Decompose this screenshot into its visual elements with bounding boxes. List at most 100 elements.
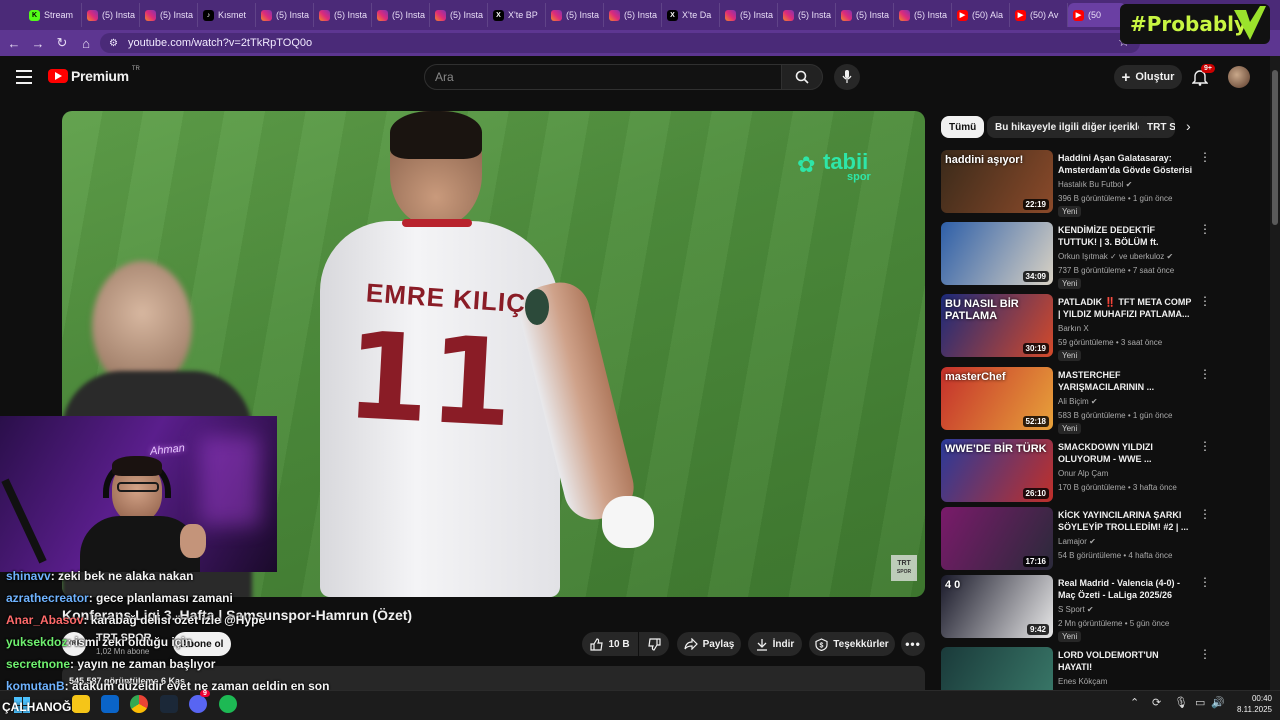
- spotify-icon[interactable]: [219, 695, 237, 713]
- more-vertical-icon[interactable]: ⋮: [1199, 222, 1211, 236]
- more-vertical-icon[interactable]: ⋮: [1199, 507, 1211, 521]
- forward-icon[interactable]: →: [26, 31, 50, 55]
- recommendation-item[interactable]: WWE'DE BİR TÜRK 26:10 SMACKDOWN YILDIZI OL…: [941, 439, 1217, 505]
- recommendation-item[interactable]: BU NASIL BİR PATLAMA 30:19 PATLADIK ‼️ TFT…: [941, 294, 1217, 361]
- channel-name[interactable]: Barkın X: [1058, 324, 1089, 333]
- recommendation-item[interactable]: masterChef 52:18 MASTERCHEF YARIŞMACILARIN…: [941, 367, 1217, 434]
- create-button[interactable]: + Oluştur: [1114, 65, 1182, 89]
- video-thumbnail[interactable]: masterChef 52:18: [941, 367, 1053, 430]
- chip-trt-spor[interactable]: TRT S: [1139, 116, 1175, 138]
- video-title-link[interactable]: KİCK YAYINCILARINA ŞARKI SÖYLEYİP TROLLE…: [1058, 509, 1193, 533]
- channel-name[interactable]: Ali Biçim ✔: [1058, 397, 1098, 406]
- video-title-link[interactable]: Haddini Aşan Galatasaray: Amsterdam'da G…: [1058, 152, 1193, 176]
- browser-tab[interactable]: (5) Insta: [256, 3, 314, 27]
- browser-tab[interactable]: (5) Insta: [314, 3, 372, 27]
- more-vertical-icon[interactable]: ⋮: [1199, 439, 1211, 453]
- chip-all[interactable]: Tümü: [941, 116, 985, 138]
- browser-tab[interactable]: K Stream: [24, 3, 82, 27]
- share-button[interactable]: Paylaş: [677, 632, 741, 656]
- browser-tab[interactable]: (5) Insta: [720, 3, 778, 27]
- browser-tab[interactable]: (5) Insta: [894, 3, 952, 27]
- dislike-button[interactable]: [639, 632, 669, 656]
- chip-related[interactable]: Bu hikayeyle ilgili diğer içerikler: [987, 116, 1156, 138]
- video-title-link[interactable]: Real Madrid - Valencia (4-0) - Maç Özeti…: [1058, 577, 1193, 601]
- new-badge: Yeni: [1058, 631, 1082, 642]
- browser-tab[interactable]: ▶ (50) Ala: [952, 3, 1010, 27]
- file-explorer-icon[interactable]: [72, 695, 90, 713]
- recommendation-item[interactable]: 34:09 KENDİMİZE DEDEKTİF TUTTUK! | 3. BÖL…: [941, 222, 1217, 289]
- video-thumbnail[interactable]: 34:09: [941, 222, 1053, 285]
- badge-text: #Probably: [1130, 12, 1248, 36]
- browser-tab[interactable]: (5) Insta: [604, 3, 662, 27]
- jersey-number: 11: [342, 306, 517, 455]
- outlook-icon[interactable]: [101, 695, 119, 713]
- site-info-icon[interactable]: ⚙: [109, 38, 118, 49]
- browser-tab[interactable]: ▶ (50) Av: [1010, 3, 1068, 27]
- search-button[interactable]: [781, 64, 823, 90]
- more-vertical-icon[interactable]: ⋮: [1199, 647, 1211, 661]
- channel-name[interactable]: Onur Alp Çam: [1058, 469, 1108, 478]
- recommendation-item[interactable]: 4 0 9:42 Real Madrid - Valencia (4-0) - Ma…: [941, 575, 1217, 642]
- video-thumbnail[interactable]: 4 0 9:42: [941, 575, 1053, 638]
- tray-volume-icon[interactable]: 🔊: [1211, 696, 1225, 709]
- channel-name[interactable]: Orkun Işıtmak ✓ ve uberkuloz ✔: [1058, 252, 1173, 261]
- back-icon[interactable]: ←: [2, 31, 26, 55]
- chevron-right-icon[interactable]: ›: [1186, 118, 1191, 134]
- streamer-glasses: [117, 482, 159, 492]
- video-title-link[interactable]: KENDİMİZE DEDEKTİF TUTTUK! | 3. BÖLÜM ft…: [1058, 224, 1193, 248]
- download-button[interactable]: İndir: [748, 632, 802, 656]
- tray-microphone-icon[interactable]: 🎙: [1174, 696, 1188, 709]
- avatar[interactable]: [1228, 66, 1250, 88]
- more-actions-button[interactable]: •••: [901, 632, 925, 656]
- more-vertical-icon[interactable]: ⋮: [1199, 367, 1211, 381]
- channel-name[interactable]: Enes Kökçam: [1058, 677, 1107, 686]
- browser-tab[interactable]: ♪ Kısmet: [198, 3, 256, 27]
- video-thumbnail[interactable]: WWE'DE BİR TÜRK 26:10: [941, 439, 1053, 502]
- channel-name[interactable]: Lamajor ✔: [1058, 537, 1096, 546]
- like-button[interactable]: 10 B: [582, 632, 638, 656]
- browser-tab[interactable]: (5) Insta: [836, 3, 894, 27]
- browser-tab[interactable]: (5) Insta: [372, 3, 430, 27]
- channel-name[interactable]: S Sport ✔: [1058, 605, 1094, 614]
- chrome-icon[interactable]: [130, 695, 148, 713]
- more-vertical-icon[interactable]: ⋮: [1199, 150, 1211, 164]
- browser-tab[interactable]: ▶ (50: [1068, 3, 1126, 27]
- video-title-link[interactable]: MASTERCHEF YARIŞMACILARININ ...: [1058, 369, 1193, 393]
- youtube-logo[interactable]: Premium TR: [48, 66, 140, 84]
- browser-tab[interactable]: (5) Insta: [546, 3, 604, 27]
- video-title-link[interactable]: SMACKDOWN YILDIZI OLUYORUM - WWE ...: [1058, 441, 1193, 465]
- tray-display-icon[interactable]: ▭: [1195, 696, 1205, 709]
- more-vertical-icon[interactable]: ⋮: [1199, 575, 1211, 589]
- browser-tab[interactable]: (5) Insta: [430, 3, 488, 27]
- more-vertical-icon[interactable]: ⋮: [1199, 294, 1211, 308]
- recommendation-item[interactable]: 17:16 KİCK YAYINCILARINA ŞARKI SÖYLEYİP T…: [941, 507, 1217, 573]
- video-title-link[interactable]: LORD VOLDEMORT'UN HAYATI!: [1058, 649, 1193, 673]
- clock[interactable]: 00:40 8.11.2025: [1228, 693, 1272, 715]
- video-thumbnail[interactable]: 17:16: [941, 507, 1053, 570]
- search-input[interactable]: Ara: [424, 64, 782, 90]
- channel-name[interactable]: Hastalık Bu Futbol ✔: [1058, 180, 1132, 189]
- address-bar[interactable]: ⚙ youtube.com/watch?v=2tTkRpTOQ0o: [100, 33, 1140, 53]
- video-title-link[interactable]: PATLADIK ‼️ TFT META COMP | YILDIZ MUHAF…: [1058, 296, 1193, 320]
- browser-tab[interactable]: (5) Insta: [140, 3, 198, 27]
- browser-tab[interactable]: X X'te BP: [488, 3, 546, 27]
- recommendation-item[interactable]: haddini aşıyor! 22:19 Haddini Aşan Galatas…: [941, 150, 1217, 217]
- browser-tab[interactable]: (5) Insta: [778, 3, 836, 27]
- thanks-button[interactable]: $ Teşekkürler: [809, 632, 895, 656]
- page-scrollbar-thumb[interactable]: [1272, 70, 1278, 225]
- tray-network-icon[interactable]: ⟳: [1152, 696, 1161, 709]
- video-thumbnail[interactable]: haddini aşıyor! 22:19: [941, 150, 1053, 213]
- voice-search-button[interactable]: [834, 64, 860, 90]
- browser-tab-label: Stream: [44, 10, 74, 20]
- search-icon: [795, 70, 809, 84]
- discord-icon[interactable]: 9: [189, 690, 210, 713]
- steam-icon[interactable]: [160, 695, 178, 713]
- browser-tab[interactable]: X X'te Da: [662, 3, 720, 27]
- tray-chevron-icon[interactable]: ⌃: [1130, 696, 1139, 709]
- browser-tab[interactable]: (5) Insta: [82, 3, 140, 27]
- reload-icon[interactable]: ↻: [50, 31, 74, 55]
- home-icon[interactable]: ⌂: [74, 31, 98, 55]
- video-thumbnail[interactable]: BU NASIL BİR PATLAMA 30:19: [941, 294, 1053, 357]
- notifications-button[interactable]: 9+: [1191, 64, 1215, 91]
- menu-icon[interactable]: [16, 70, 32, 84]
